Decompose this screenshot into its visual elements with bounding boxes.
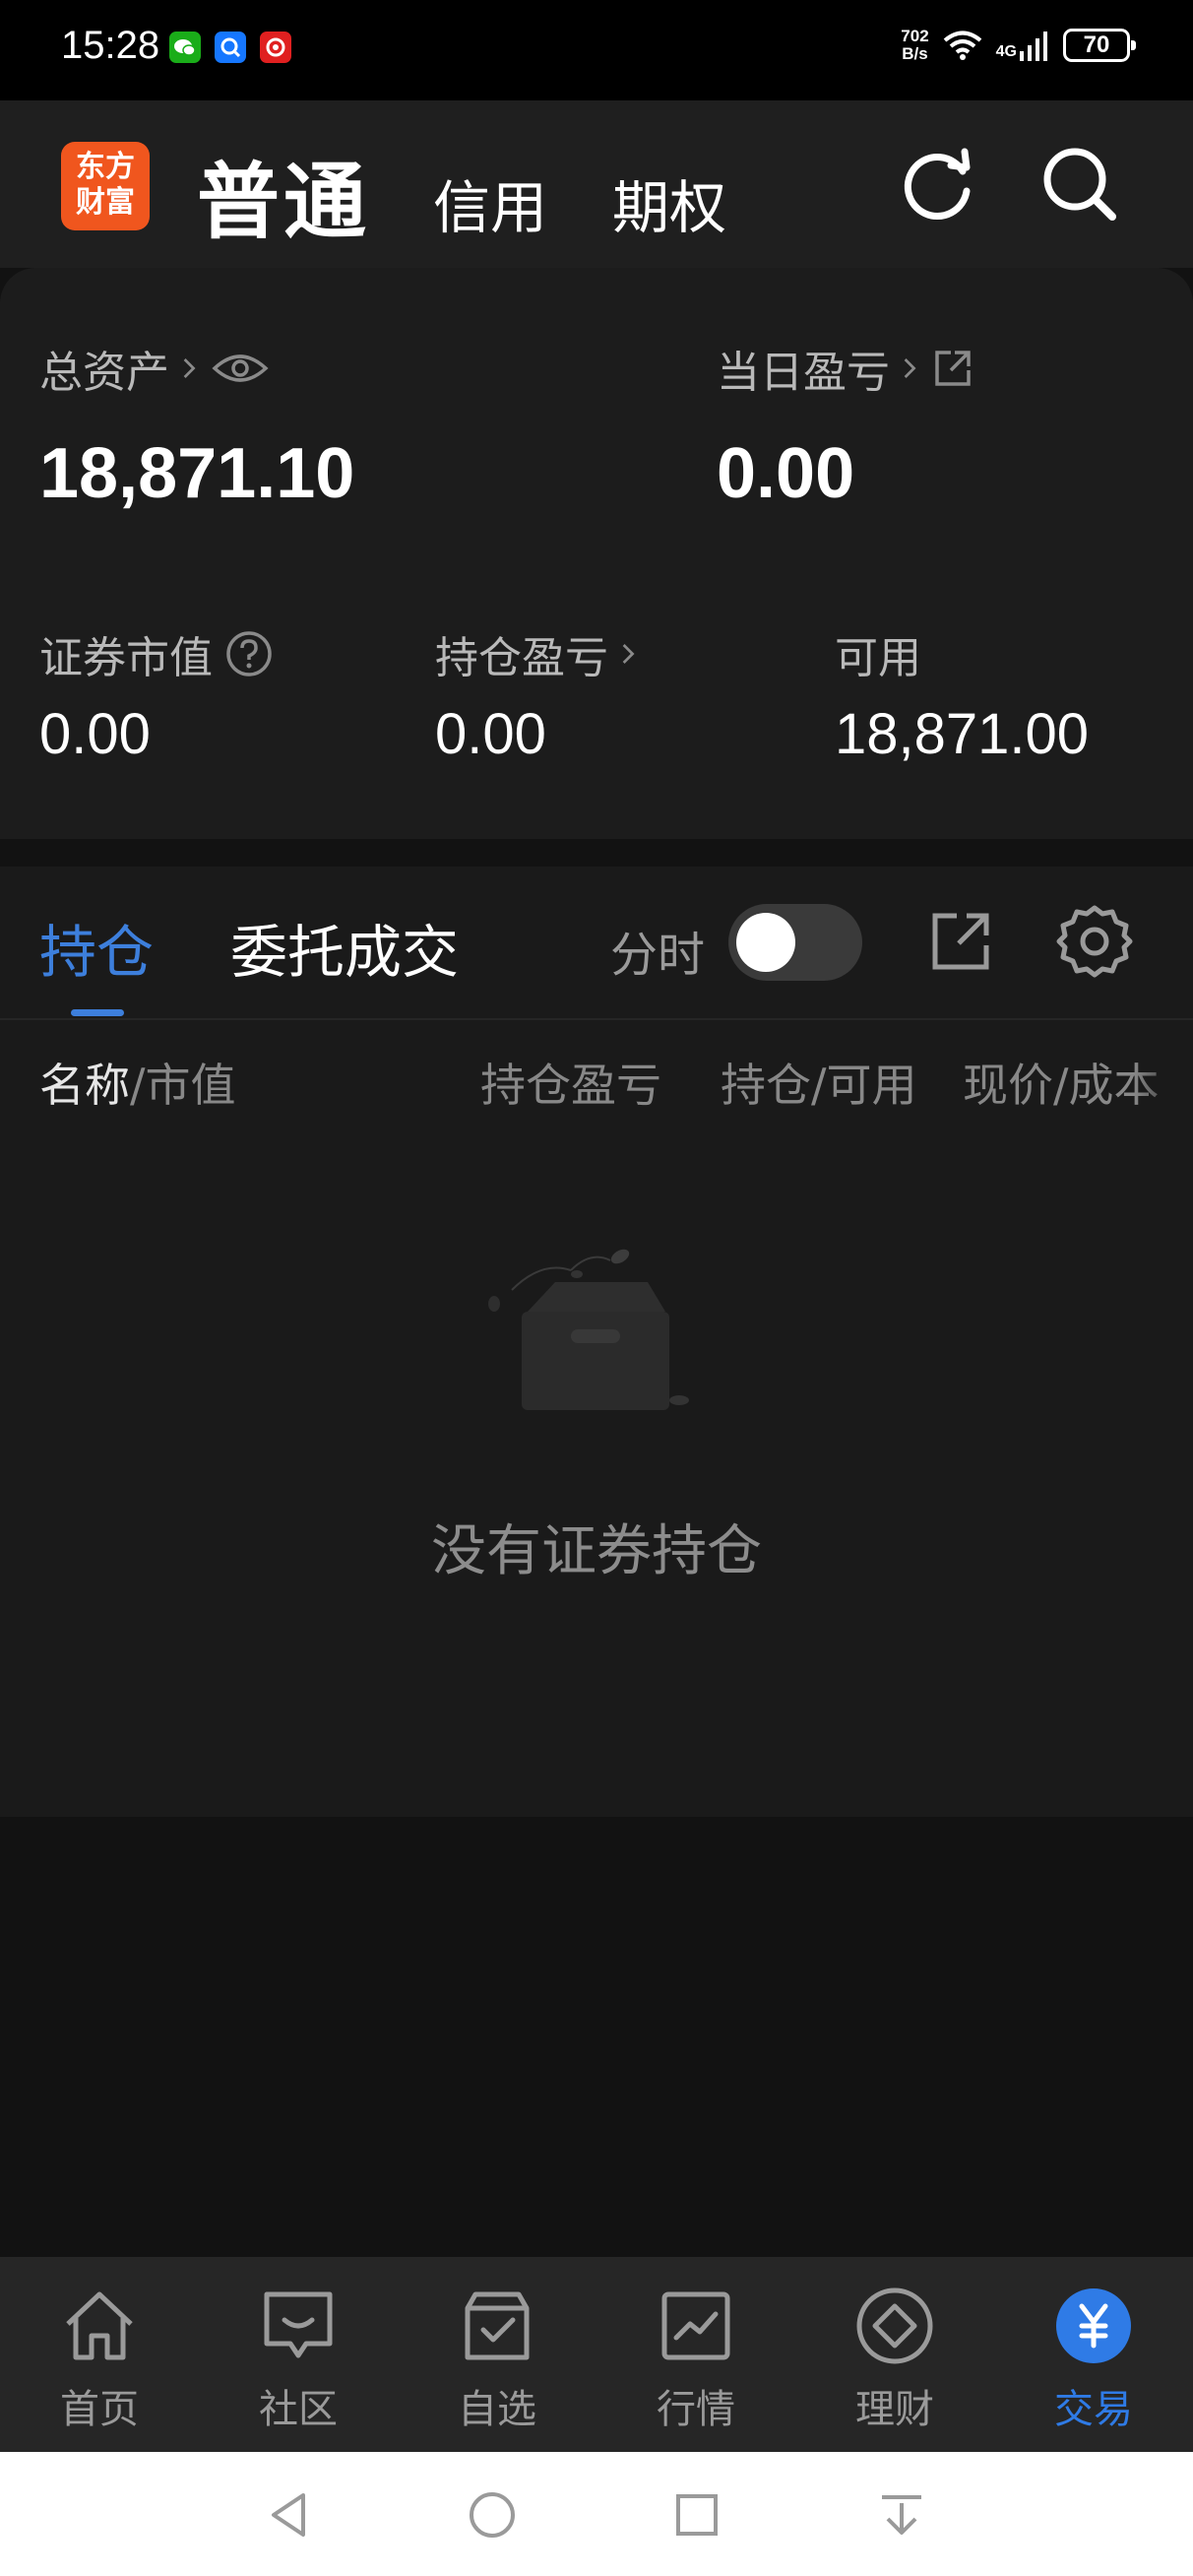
eye-icon[interactable]	[211, 349, 270, 388]
recents-icon[interactable]	[671, 2489, 722, 2541]
position-pnl-label: 持仓盈亏	[435, 633, 608, 683]
home-icon	[66, 2291, 133, 2360]
total-assets-row[interactable]: 总资产	[39, 337, 270, 400]
positions-panel: 持仓 委托成交 分时 名称/市值 持仓盈亏 持仓/可用 现价/成本 没有证券持仓	[0, 867, 1193, 1817]
nav-trade[interactable]: 交易	[994, 2257, 1193, 2452]
position-pnl-row[interactable]: 持仓盈亏	[435, 622, 638, 685]
market-value-row: 证券市值	[39, 622, 274, 685]
notification-pull-icon[interactable]	[876, 2489, 927, 2541]
wifi-icon	[943, 31, 981, 60]
timeshare-label: 分时	[610, 928, 706, 983]
nav-market-label: 行情	[657, 2387, 735, 2432]
column-quantity[interactable]: 持仓/可用	[721, 1050, 917, 1115]
logo-line-1: 东方	[76, 150, 135, 184]
signal-icon	[1020, 32, 1047, 61]
column-market-value-label: /市值	[130, 1059, 236, 1112]
market-icon	[661, 2291, 730, 2360]
nav-wealth-label: 理财	[855, 2387, 934, 2432]
nav-watchlist-label: 自选	[458, 2387, 536, 2432]
nav-trade-label: 交易	[1054, 2387, 1133, 2432]
search-app-icon	[215, 32, 246, 63]
search-icon[interactable]	[1036, 140, 1124, 228]
divider	[0, 1018, 1193, 1020]
logo-line-2: 财富	[76, 185, 135, 220]
position-pnl-value: 0.00	[435, 702, 546, 766]
daily-pnl-value: 0.00	[717, 434, 855, 513]
wealth-icon	[856, 2287, 933, 2364]
tab-options[interactable]: 期权	[612, 161, 726, 244]
column-name-label: 名称	[39, 1059, 130, 1112]
nav-wealth[interactable]: 理财	[795, 2257, 994, 2452]
community-icon	[264, 2291, 333, 2358]
wechat-icon	[169, 32, 201, 63]
timeshare-toggle[interactable]	[728, 904, 862, 981]
tab-holdings[interactable]: 持仓	[39, 906, 154, 989]
nav-community[interactable]: 社区	[199, 2257, 398, 2452]
toggle-knob	[736, 913, 795, 972]
tab-orders[interactable]: 委托成交	[230, 906, 459, 989]
net-speed-unit: B/s	[902, 44, 928, 63]
nav-home-label: 首页	[60, 2387, 139, 2432]
app-logo: 东方 财富	[61, 142, 150, 230]
watchlist-icon	[465, 2291, 530, 2360]
empty-box-icon	[488, 1249, 689, 1410]
total-assets-label: 总资产	[39, 348, 169, 398]
daily-pnl-label: 当日盈亏	[717, 348, 890, 398]
column-price[interactable]: 现价/成本	[963, 1050, 1160, 1115]
nav-community-label: 社区	[259, 2387, 338, 2432]
help-icon[interactable]	[224, 629, 274, 678]
nav-market[interactable]: 行情	[596, 2257, 795, 2452]
tab-normal[interactable]: 普通	[197, 136, 370, 255]
daily-pnl-row[interactable]: 当日盈亏	[717, 337, 974, 400]
back-icon[interactable]	[264, 2489, 315, 2541]
available-label: 可用	[835, 633, 921, 683]
tab-credit[interactable]: 信用	[433, 161, 547, 244]
total-assets-value: 18,871.10	[39, 434, 355, 513]
column-position-pnl[interactable]: 持仓盈亏	[480, 1050, 661, 1115]
net-speed-value: 702	[901, 27, 929, 45]
external-link-icon[interactable]	[931, 347, 974, 390]
home-button-icon[interactable]	[467, 2489, 518, 2541]
nav-watchlist[interactable]: 自选	[398, 2257, 596, 2452]
chevron-right-icon	[622, 644, 635, 664]
column-name[interactable]: 名称/市值	[39, 1050, 236, 1115]
chevron-right-icon	[183, 358, 196, 378]
status-bar: 15:28 702 B/s 4G 70	[0, 0, 1193, 100]
network-type: 4G	[995, 43, 1017, 60]
available-value: 18,871.00	[835, 702, 1090, 766]
net-speed: 702 B/s	[901, 28, 928, 63]
status-indicators: 702 B/s 4G 70	[901, 28, 1136, 63]
chevron-right-icon	[904, 358, 916, 378]
refresh-icon[interactable]	[894, 140, 982, 228]
empty-state-text: 没有证券持仓	[431, 1519, 762, 1583]
battery-indicator: 70	[1063, 29, 1136, 62]
red-app-icon	[260, 32, 291, 63]
status-time: 15:28	[61, 24, 160, 67]
trade-icon	[1056, 2288, 1131, 2363]
active-tab-indicator	[71, 1009, 124, 1016]
asset-summary: 总资产 18,871.10 当日盈亏 0.00 证券市值 0.00 持仓盈亏 0…	[0, 268, 1193, 839]
settings-icon[interactable]	[1055, 902, 1134, 981]
market-value-label: 证券市值	[39, 633, 213, 683]
header: 东方 财富 普通 信用 期权	[0, 100, 1193, 268]
system-nav-bar	[0, 2452, 1193, 2576]
bottom-nav: 首页 社区 自选 行情 理财 交易	[0, 2257, 1193, 2452]
nav-home[interactable]: 首页	[0, 2257, 199, 2452]
column-fade	[1134, 1024, 1193, 1132]
market-value: 0.00	[39, 702, 151, 766]
share-icon[interactable]	[921, 902, 1000, 981]
